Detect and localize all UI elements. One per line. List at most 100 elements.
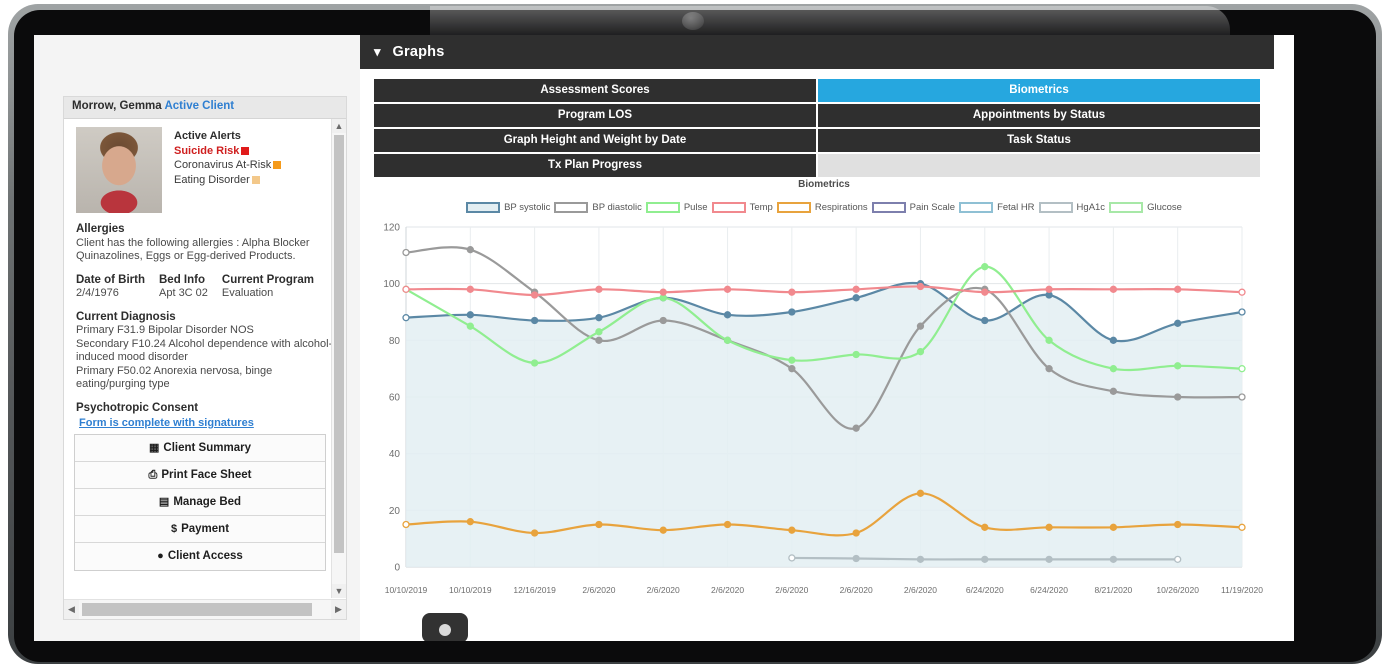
data-point-respirations[interactable]: [916, 489, 925, 497]
data-point-bp-diastolic[interactable]: [402, 248, 410, 257]
data-point-bp-systolic[interactable]: [530, 316, 539, 325]
scroll-up-icon[interactable]: ▲: [332, 119, 346, 133]
data-point-temp[interactable]: [1045, 285, 1053, 293]
tab-program-los[interactable]: Program LOS: [374, 104, 816, 127]
data-point-bp-diastolic[interactable]: [1109, 387, 1118, 395]
data-point-bp-systolic[interactable]: [402, 314, 410, 322]
tab-tx-plan-progress[interactable]: Tx Plan Progress: [374, 154, 816, 177]
data-point-bp-systolic[interactable]: [723, 311, 732, 319]
data-point-respirations[interactable]: [595, 520, 603, 529]
data-point-pulse[interactable]: [723, 336, 732, 344]
tab-assessment-scores[interactable]: Assessment Scores: [374, 79, 816, 102]
data-point-bp-diastolic[interactable]: [1174, 393, 1182, 401]
data-point-respirations[interactable]: [466, 518, 474, 526]
legend-item-pain-scale[interactable]: Pain Scale: [871, 202, 955, 213]
data-point-respirations[interactable]: [981, 523, 989, 531]
client-summary-button[interactable]: ▦ Client Summary: [75, 435, 325, 462]
client-access-button[interactable]: ● Client Access: [75, 543, 325, 570]
legend-item-bp-systolic[interactable]: BP systolic: [466, 202, 550, 213]
tab-graph-height-weight[interactable]: Graph Height and Weight by Date: [374, 129, 816, 152]
scroll-thumb-vertical[interactable]: [334, 135, 344, 553]
data-point-pulse[interactable]: [530, 359, 539, 367]
data-point-bp-diastolic[interactable]: [1045, 365, 1053, 373]
print-face-sheet-button[interactable]: ⎙ Print Face Sheet: [75, 462, 325, 489]
data-point-temp[interactable]: [659, 288, 667, 296]
data-point-hga1c[interactable]: [1174, 555, 1182, 564]
data-point-bp-systolic[interactable]: [1238, 308, 1246, 316]
data-point-bp-diastolic[interactable]: [788, 365, 796, 373]
scroll-left-icon[interactable]: ◀: [64, 600, 79, 619]
data-point-bp-systolic[interactable]: [981, 316, 989, 325]
data-point-pulse[interactable]: [595, 328, 603, 336]
scroll-right-icon[interactable]: ▶: [331, 600, 346, 619]
chevron-down-icon[interactable]: ▾: [374, 44, 381, 60]
data-point-respirations[interactable]: [852, 529, 860, 537]
legend-item-fetal-hr[interactable]: Fetal HR: [959, 202, 1035, 213]
data-point-bp-systolic[interactable]: [788, 308, 796, 316]
data-point-respirations[interactable]: [723, 520, 732, 529]
data-point-pulse[interactable]: [1174, 362, 1182, 370]
data-point-temp[interactable]: [466, 285, 474, 293]
data-point-temp[interactable]: [788, 288, 796, 296]
data-point-bp-diastolic[interactable]: [466, 246, 474, 254]
data-point-temp[interactable]: [916, 282, 925, 291]
data-point-bp-diastolic[interactable]: [1238, 393, 1246, 401]
legend-item-respirations[interactable]: Respirations: [776, 202, 868, 213]
data-point-respirations[interactable]: [1109, 523, 1118, 531]
scroll-thumb-horizontal[interactable]: [82, 603, 312, 616]
tab-appointments-by-status[interactable]: Appointments by Status: [818, 104, 1260, 127]
data-point-hga1c[interactable]: [981, 555, 989, 564]
data-point-bp-systolic[interactable]: [1174, 319, 1182, 327]
data-point-hga1c[interactable]: [1109, 555, 1118, 564]
consent-form-link[interactable]: Form is complete with signatures: [79, 417, 254, 431]
data-point-bp-diastolic[interactable]: [852, 424, 860, 432]
data-point-temp[interactable]: [852, 285, 860, 293]
data-point-respirations[interactable]: [530, 529, 539, 537]
data-point-hga1c[interactable]: [1045, 555, 1053, 564]
data-point-temp[interactable]: [530, 291, 539, 299]
data-point-pulse[interactable]: [1238, 365, 1246, 373]
data-point-pulse[interactable]: [1045, 336, 1053, 344]
data-point-temp[interactable]: [402, 285, 410, 293]
data-point-temp[interactable]: [1174, 285, 1182, 293]
data-point-bp-systolic[interactable]: [1109, 336, 1118, 344]
data-point-hga1c[interactable]: [788, 554, 796, 562]
legend-item-hga1c[interactable]: HgA1c: [1038, 202, 1105, 213]
data-point-respirations[interactable]: [402, 520, 410, 529]
scroll-down-icon[interactable]: ▼: [332, 584, 346, 598]
data-point-respirations[interactable]: [659, 526, 667, 534]
legend-item-glucose[interactable]: Glucose: [1109, 202, 1182, 213]
legend-item-pulse[interactable]: Pulse: [645, 202, 708, 213]
data-point-temp[interactable]: [595, 285, 603, 293]
legend-item-bp-diastolic[interactable]: BP diastolic: [554, 202, 642, 213]
card-horizontal-scrollbar[interactable]: ◀ ▶: [64, 599, 346, 619]
data-point-respirations[interactable]: [1174, 520, 1182, 529]
chat-fab[interactable]: [422, 613, 468, 641]
data-point-hga1c[interactable]: [852, 554, 860, 563]
data-point-temp[interactable]: [723, 285, 732, 293]
payment-button[interactable]: $ Payment: [75, 516, 325, 543]
data-point-pulse[interactable]: [466, 322, 474, 330]
data-point-pulse[interactable]: [981, 263, 989, 271]
data-point-bp-diastolic[interactable]: [595, 336, 603, 344]
data-point-bp-systolic[interactable]: [466, 311, 474, 319]
data-point-temp[interactable]: [1109, 285, 1118, 293]
data-point-bp-systolic[interactable]: [595, 314, 603, 322]
data-point-pulse[interactable]: [916, 348, 925, 356]
card-vertical-scrollbar[interactable]: ▲ ▼: [331, 119, 346, 598]
data-point-pulse[interactable]: [788, 356, 796, 364]
data-point-respirations[interactable]: [1045, 523, 1053, 531]
manage-bed-button[interactable]: ▤ Manage Bed: [75, 489, 325, 516]
legend-item-temp[interactable]: Temp: [711, 202, 773, 213]
data-point-hga1c[interactable]: [916, 555, 925, 564]
data-point-temp[interactable]: [1238, 288, 1246, 296]
data-point-temp[interactable]: [981, 288, 989, 296]
data-point-bp-diastolic[interactable]: [659, 316, 667, 325]
data-point-bp-systolic[interactable]: [852, 294, 860, 302]
data-point-respirations[interactable]: [1238, 523, 1246, 531]
data-point-respirations[interactable]: [788, 526, 796, 534]
tab-task-status[interactable]: Task Status: [818, 129, 1260, 152]
data-point-pulse[interactable]: [852, 350, 860, 359]
tab-biometrics[interactable]: Biometrics: [818, 79, 1260, 102]
data-point-pulse[interactable]: [1109, 365, 1118, 373]
